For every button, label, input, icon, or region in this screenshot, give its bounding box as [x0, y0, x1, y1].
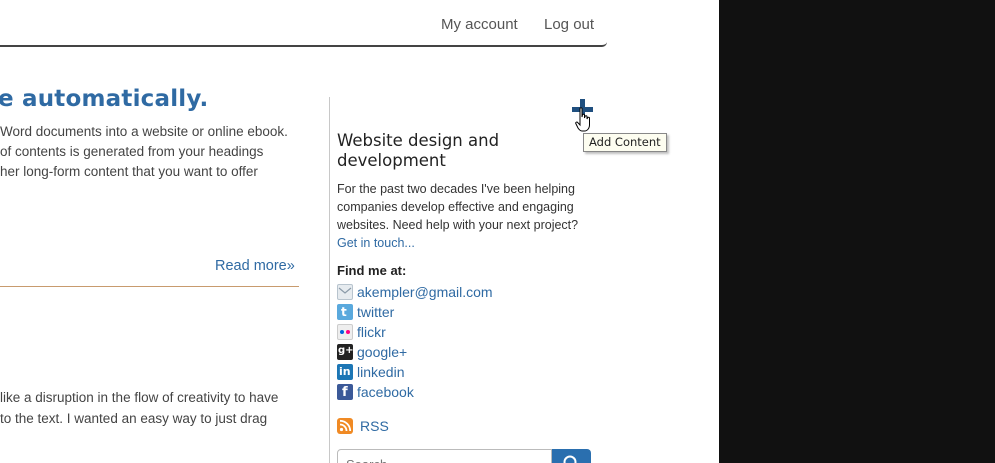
rss-link[interactable]: RSS [337, 416, 389, 436]
page: My account Log out e automatically. Word… [0, 0, 719, 463]
article-line: of contents is generated from your headi… [0, 144, 264, 159]
social-item-google-plus[interactable]: g+ google+ [337, 342, 493, 362]
sidebar-title: Website design and development [337, 131, 500, 170]
sidebar-bio: For the past two decades I've been helpi… [337, 180, 597, 252]
social-label[interactable]: flickr [357, 324, 386, 340]
article-line: Word documents into a website or online … [0, 124, 288, 139]
bio-line: websites. Need help with your next proje… [337, 218, 579, 232]
social-item-facebook[interactable]: f facebook [337, 382, 493, 402]
search-button[interactable] [552, 449, 591, 463]
rss-icon [337, 418, 353, 434]
search-icon [563, 455, 577, 463]
log-out-link[interactable]: Log out [544, 16, 594, 33]
social-item-email[interactable]: akempler@gmail.com [337, 282, 493, 302]
email-icon [337, 284, 353, 300]
bio-line: companies develop effective and engaging [337, 200, 574, 214]
social-item-twitter[interactable]: t twitter [337, 302, 493, 322]
my-account-link[interactable]: My account [441, 16, 518, 33]
article-headline[interactable]: e automatically. [0, 86, 208, 112]
dark-background-pane [719, 0, 995, 463]
article-excerpt-2: like a disruption in the flow of creativ… [0, 387, 310, 429]
article-line: like a disruption in the flow of creativ… [0, 390, 279, 405]
social-item-linkedin[interactable]: in linkedin [337, 362, 493, 382]
social-label[interactable]: facebook [357, 384, 414, 400]
social-label[interactable]: twitter [357, 304, 394, 320]
article-line: to the text. I wanted an easy way to jus… [0, 411, 268, 426]
read-more-link[interactable]: Read more» [215, 258, 295, 274]
article-line: her long-form content that you want to o… [0, 164, 258, 179]
top-nav: My account Log out [0, 0, 607, 47]
bio-line: For the past two decades I've been helpi… [337, 182, 575, 196]
search-input[interactable] [337, 449, 552, 463]
facebook-icon: f [337, 384, 353, 400]
rss-label[interactable]: RSS [360, 418, 389, 434]
social-item-flickr[interactable]: flickr [337, 322, 493, 342]
get-in-touch-link[interactable]: Get in touch... [337, 236, 415, 250]
find-me-heading: Find me at: [337, 263, 407, 278]
article-divider [0, 286, 299, 287]
social-label[interactable]: google+ [357, 344, 407, 360]
twitter-icon: t [337, 304, 353, 320]
hand-cursor-icon [575, 107, 590, 132]
flickr-icon [337, 324, 353, 340]
linkedin-icon: in [337, 364, 353, 380]
social-label[interactable]: akempler@gmail.com [357, 284, 493, 300]
sidebar-divider [329, 97, 330, 463]
social-links: akempler@gmail.com t twitter flickr g+ g… [337, 282, 493, 402]
add-content-tooltip: Add Content [583, 133, 667, 152]
article-excerpt: Word documents into a website or online … [0, 122, 310, 182]
google-plus-icon: g+ [337, 344, 353, 360]
social-label[interactable]: linkedin [357, 364, 404, 380]
